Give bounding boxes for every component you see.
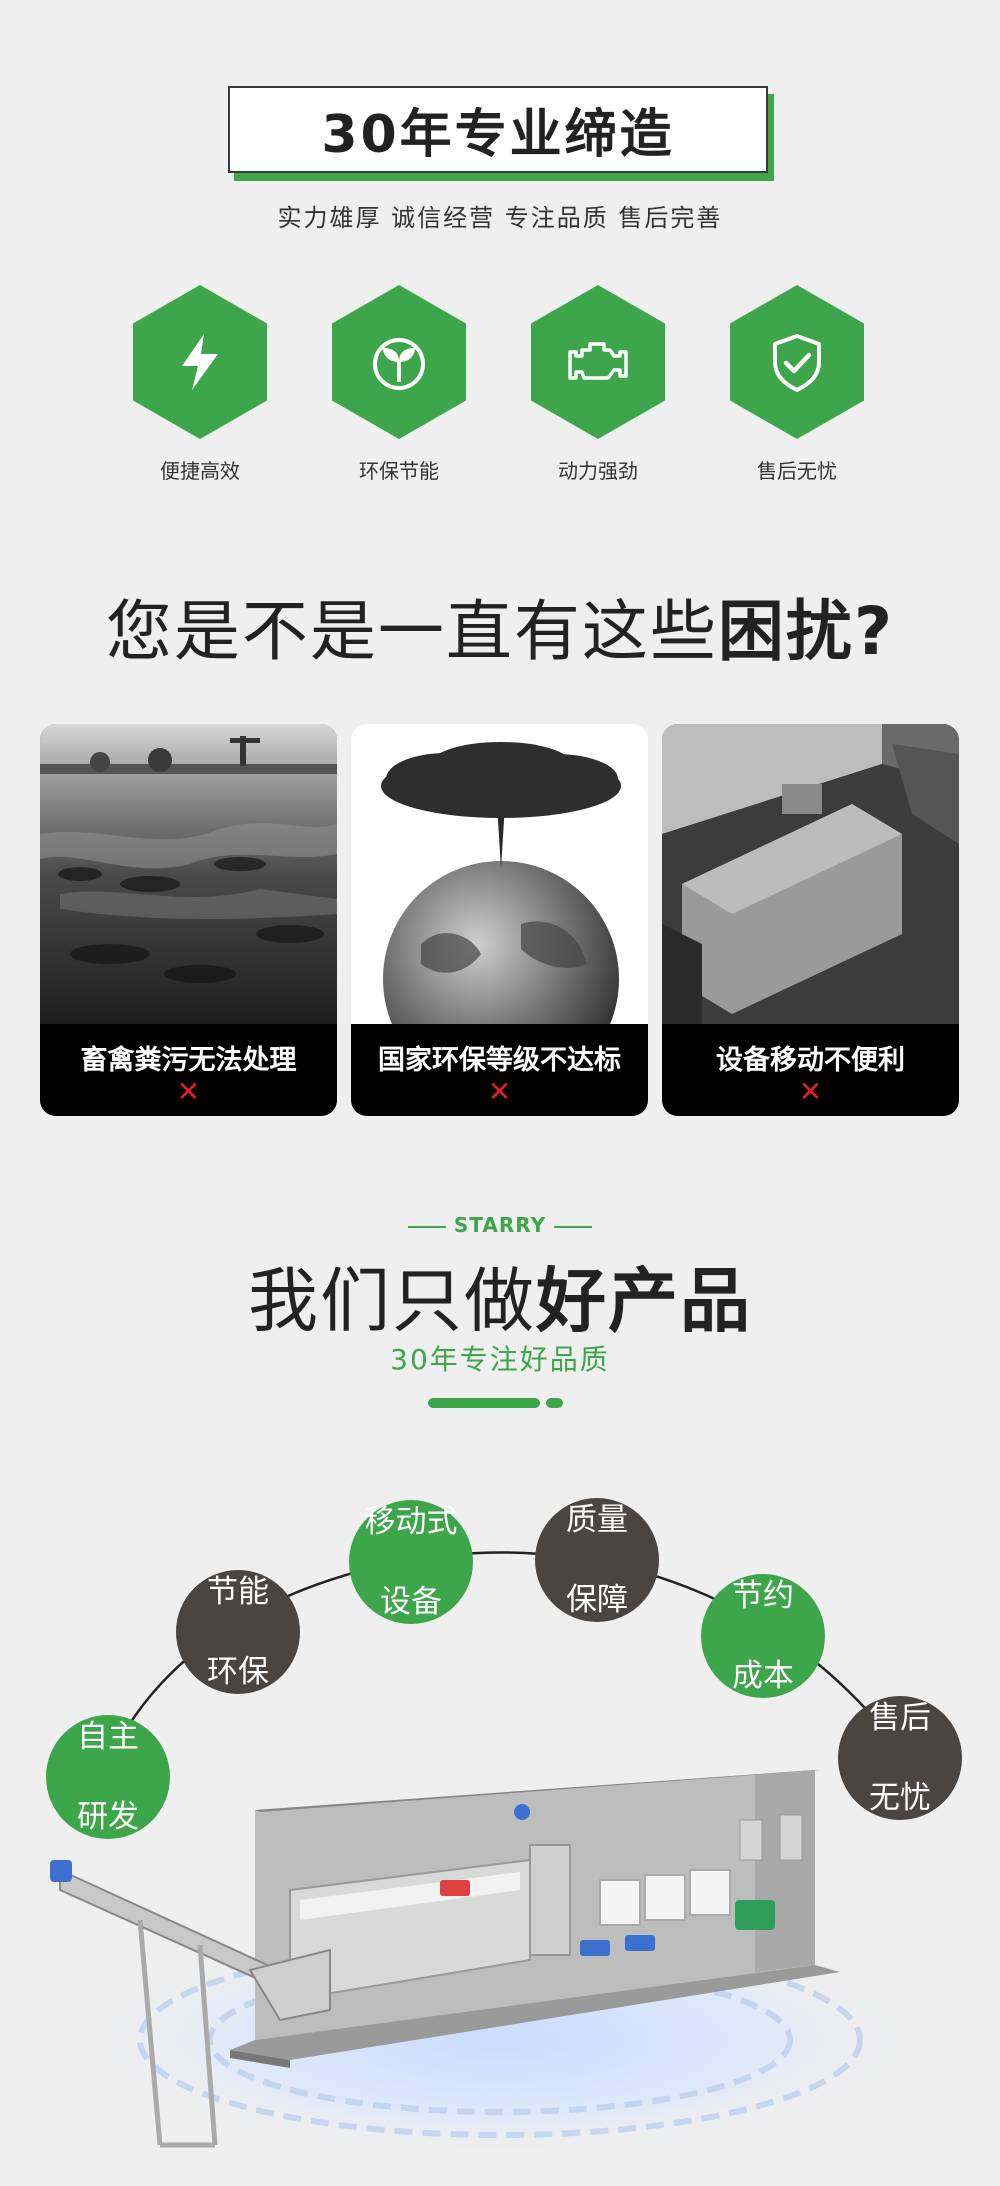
decor-dot [546, 1398, 563, 1408]
header-subtitle: 实力雄厚 诚信经营 专注品质 售后完善 [277, 204, 723, 232]
feature-list: 便捷高效 环保节能 动力强劲 售后无忧 [0, 285, 1000, 485]
polluted-field-photo [40, 724, 337, 1024]
problems-heading: 您是不是一直有这些困扰? [0, 578, 1000, 674]
product-heading-bold: 好产品 [536, 1260, 752, 1342]
brand-rule-left [407, 1225, 446, 1228]
problems-heading-bold: 困扰? [717, 593, 895, 670]
feature-label: 环保节能 [359, 459, 439, 483]
lightning-icon [182, 334, 218, 390]
circle-line: 质量 [566, 1502, 628, 1538]
cross-icon: ✕ [176, 1075, 201, 1108]
problem-card-standard: 国家环保等级不达标 ✕ [351, 724, 648, 1116]
eco-leaf-icon [373, 338, 425, 390]
product-heading: 我们只做好产品 [0, 1245, 1000, 1346]
feature-item-aftersale: 售后无忧 [727, 285, 867, 484]
feature-hexagon [730, 285, 864, 439]
page-title: 30年专业缔造 [321, 105, 675, 165]
card-caption: 设备移动不便利 ✕ [662, 1024, 959, 1116]
problems-heading-normal: 您是不是一直有这些 [105, 593, 718, 670]
cross-icon: ✕ [487, 1075, 512, 1108]
feature-label: 动力强劲 [558, 459, 638, 483]
feature-label: 售后无忧 [757, 459, 837, 483]
circle-mobile: 移动式 设备 [349, 1500, 473, 1624]
card-caption: 畜禽粪污无法处理 ✕ [40, 1024, 337, 1116]
feature-hexagon [133, 285, 267, 439]
problem-card-manure: 畜禽粪污无法处理 ✕ [40, 724, 337, 1116]
feature-label: 便捷高效 [160, 459, 240, 483]
circle-line: 售后 [869, 1700, 931, 1736]
card-caption: 国家环保等级不达标 ✕ [351, 1024, 648, 1116]
circle-line: 成本 [732, 1658, 794, 1694]
product-subtitle: 30年专注好品质 [390, 1343, 610, 1376]
feature-item-eco: 环保节能 [329, 285, 469, 484]
circle-cost: 节约 成本 [701, 1574, 825, 1698]
brand-text: STARRY [453, 1213, 547, 1237]
cross-icon: ✕ [798, 1075, 823, 1108]
circle-line: 环保 [207, 1654, 269, 1690]
tree-globe-photo [351, 724, 648, 1024]
mobile-equipment-illustration [50, 1770, 920, 2160]
feature-hexagon [332, 285, 466, 439]
feature-hexagon [531, 285, 665, 439]
feature-item-efficient: 便捷高效 [130, 285, 270, 484]
concrete-tank-photo [662, 724, 959, 1024]
header-title-box: 30年专业缔造 [228, 86, 774, 181]
engine-icon [568, 342, 628, 380]
circle-quality: 质量 保障 [535, 1498, 659, 1622]
decor-bar [428, 1398, 540, 1408]
product-heading-normal: 我们只做 [248, 1260, 536, 1342]
circle-line: 设备 [380, 1584, 442, 1620]
circle-line: 节约 [732, 1578, 794, 1614]
problem-cards: 畜禽粪污无法处理 ✕ 国家环保等级不达标 ✕ 设备移动不便利 ✕ [40, 724, 960, 1116]
title-frame: 30年专业缔造 [228, 86, 768, 173]
shield-check-icon [773, 334, 821, 392]
problem-card-mobility: 设备移动不便利 ✕ [662, 724, 959, 1116]
circle-eco: 节能 环保 [176, 1570, 300, 1694]
circle-line: 移动式 [364, 1504, 458, 1540]
circle-line: 保障 [566, 1582, 628, 1618]
circle-line: 节能 [207, 1574, 269, 1610]
card-label: 国家环保等级不达标 [378, 1045, 621, 1076]
feature-item-power: 动力强劲 [528, 285, 668, 484]
brand-rule-right [554, 1225, 593, 1228]
brand-line: STARRY [0, 1213, 1000, 1237]
card-label: 畜禽粪污无法处理 [80, 1045, 297, 1076]
card-label: 设备移动不便利 [716, 1045, 905, 1076]
